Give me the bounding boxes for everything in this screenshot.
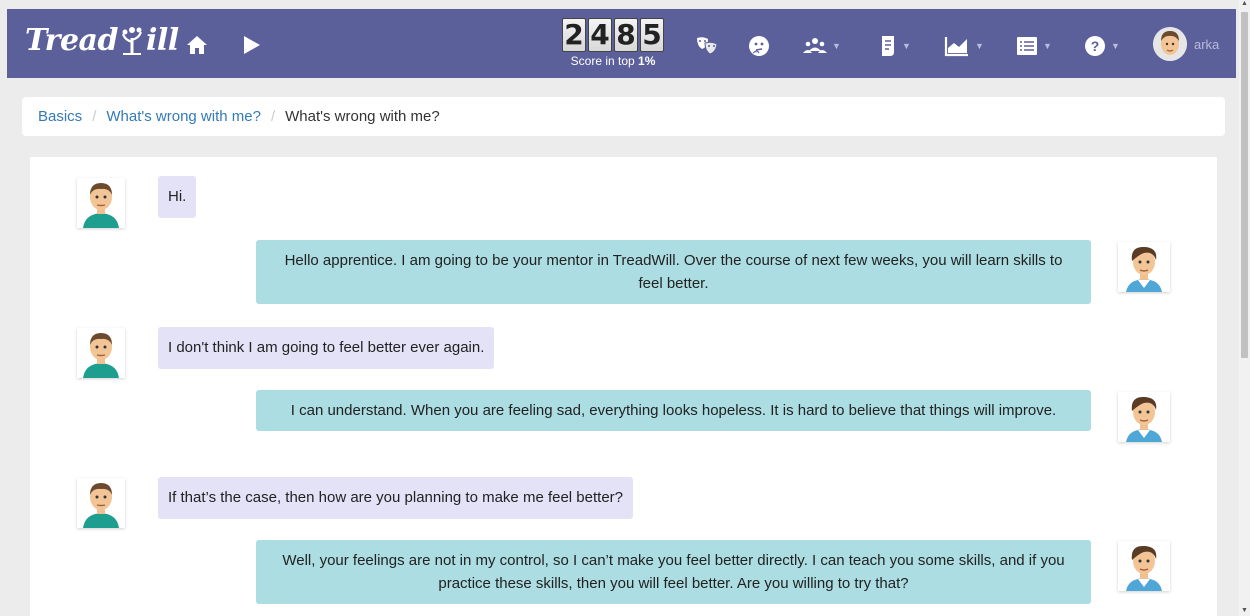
user-face-glyph: [77, 178, 125, 228]
masks-icon-glyph: [697, 37, 718, 55]
mentor-message-bubble: Well, your feelings are not in my contro…: [256, 540, 1091, 604]
document-glyph: [882, 36, 894, 56]
chat-panel: Hi. Hello apprentice. I am going to be y…: [30, 157, 1217, 616]
scroll-up-arrow-icon[interactable]: ▲: [1241, 0, 1248, 7]
score-caption: Score in top 1%: [558, 54, 668, 68]
chevron-down-icon: ▼: [1111, 41, 1120, 51]
mentor-face-glyph: [1118, 392, 1170, 442]
user-avatar-icon: [77, 478, 125, 528]
score-caption-value: 1%: [638, 54, 656, 68]
treadwill-logo[interactable]: Tread ill: [25, 23, 179, 58]
user-avatar-icon: [77, 178, 125, 228]
mentor-face-glyph: [1118, 541, 1170, 591]
top-navbar: Tread ill 2 4 8 5 Score in top 1% ▼ ▼ ▼ …: [7, 9, 1236, 78]
chevron-down-icon: ▼: [1043, 41, 1052, 51]
breadcrumb-current: What's wrong with me?: [285, 108, 440, 125]
mentor-face-glyph: [1118, 242, 1170, 292]
mentor-avatar-icon: [1118, 392, 1170, 442]
user-avatar-glyph: [1153, 27, 1187, 61]
help-glyph: ?: [1085, 36, 1105, 56]
score-digit: 4: [588, 18, 612, 52]
group-glyph: [803, 38, 827, 53]
page-scrollbar[interactable]: ▲ ▼: [1239, 0, 1250, 616]
logo-text-part2: ill: [145, 23, 179, 58]
group-icon[interactable]: ▼: [803, 35, 841, 57]
home-icon[interactable]: [185, 33, 209, 57]
chevron-down-icon: ▼: [975, 41, 984, 51]
breadcrumb: Basics / What's wrong with me? / What's …: [22, 97, 1225, 136]
score-digit: 2: [562, 18, 586, 52]
masks-icon[interactable]: [695, 35, 719, 57]
user-face-glyph: [77, 478, 125, 528]
score-counter: 2 4 8 5: [558, 18, 668, 52]
scroll-down-arrow-icon[interactable]: ▼: [1241, 607, 1248, 614]
logo-tree-icon: [121, 27, 142, 55]
breadcrumb-separator: /: [92, 108, 97, 125]
user-message-bubble: If that’s the case, then how are you pla…: [158, 477, 634, 519]
chevron-down-icon: ▼: [832, 41, 841, 51]
breadcrumb-link-module[interactable]: What's wrong with me?: [106, 108, 261, 125]
user-message-bubble: I don't think I am going to feel better …: [158, 327, 495, 369]
chart-icon[interactable]: ▼: [944, 35, 984, 57]
score-widget: 2 4 8 5 Score in top 1%: [558, 18, 668, 68]
scroll-thumb[interactable]: [1241, 12, 1248, 358]
user-face-glyph: [77, 328, 125, 378]
mentor-message-bubble: Hello apprentice. I am going to be your …: [256, 240, 1091, 304]
play-icon[interactable]: [239, 33, 263, 57]
logo-text-part1: Tread: [25, 23, 118, 58]
user-avatar[interactable]: [1153, 27, 1187, 61]
mentor-avatar-icon: [1118, 242, 1170, 292]
breadcrumb-separator: /: [270, 108, 276, 125]
score-digit: 5: [640, 18, 664, 52]
user-message-bubble: Hi.: [158, 176, 197, 218]
thinking-face-glyph: [749, 36, 769, 56]
username[interactable]: arka: [1194, 37, 1219, 52]
chart-glyph: [944, 37, 968, 57]
breadcrumb-link-basics[interactable]: Basics: [38, 108, 82, 125]
list-icon[interactable]: ▼: [1016, 35, 1052, 57]
document-icon[interactable]: ▼: [879, 35, 911, 57]
chevron-down-icon: ▼: [902, 41, 911, 51]
svg-text:?: ?: [1091, 38, 1100, 54]
mentor-message-bubble: I can understand. When you are feeling s…: [256, 390, 1091, 431]
user-avatar-icon: [77, 328, 125, 378]
list-glyph: [1017, 37, 1037, 55]
help-icon[interactable]: ? ▼: [1084, 35, 1120, 57]
mentor-avatar-icon: [1118, 541, 1170, 591]
thinking-face-icon[interactable]: [748, 35, 770, 57]
score-digit: 8: [614, 18, 638, 52]
score-caption-prefix: Score in top: [570, 54, 639, 68]
